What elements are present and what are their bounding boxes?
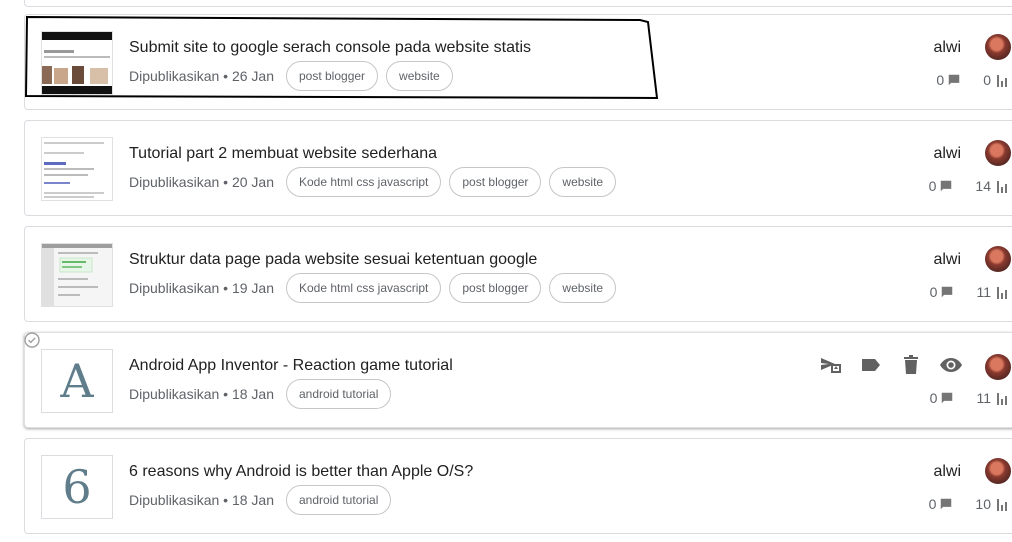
comment-count: 0 bbox=[929, 284, 938, 300]
label-chip[interactable]: post blogger bbox=[449, 167, 542, 197]
avatar bbox=[985, 140, 1011, 166]
label-chip[interactable]: android tutorial bbox=[285, 379, 392, 409]
label-chip[interactable]: post blogger bbox=[449, 273, 542, 303]
author-name: alwi bbox=[933, 463, 961, 480]
label-chip[interactable]: website bbox=[386, 61, 453, 91]
author-name: alwi bbox=[933, 39, 961, 56]
post-item[interactable]: Struktur data page pada website sesuai k… bbox=[24, 226, 1012, 322]
post-title[interactable]: 6 reasons why Android is better than App… bbox=[129, 463, 473, 481]
stats-icon bbox=[997, 391, 1009, 405]
post-thumbnail bbox=[41, 137, 113, 201]
eye-icon[interactable] bbox=[939, 353, 963, 377]
author-name: alwi bbox=[933, 145, 961, 162]
post-meta: Dipublikasikan • 26 Jan post blogger web… bbox=[129, 59, 461, 93]
post-item[interactable]: Submit site to google serach console pad… bbox=[24, 14, 1012, 110]
post-meta: Dipublikasikan • 18 Jan android tutorial bbox=[129, 377, 399, 411]
publish-date: Dipublikasikan • 18 Jan bbox=[129, 386, 274, 402]
comment-icon bbox=[939, 497, 953, 511]
post-title[interactable]: Submit site to google serach console pad… bbox=[129, 39, 531, 57]
author-name: alwi bbox=[933, 251, 961, 268]
delete-icon[interactable] bbox=[899, 353, 923, 377]
label-chip[interactable]: website bbox=[549, 167, 617, 197]
post-item[interactable]: A Android App Inventor - Reaction game t… bbox=[24, 332, 1012, 428]
comment-icon bbox=[947, 73, 961, 87]
post-stats: 0 0 bbox=[932, 69, 1009, 91]
post-title[interactable]: Android App Inventor - Reaction game tut… bbox=[129, 357, 453, 375]
post-thumbnail-letter: A bbox=[41, 349, 113, 413]
publish-date: Dipublikasikan • 20 Jan bbox=[129, 174, 274, 190]
publish-date: Dipublikasikan • 18 Jan bbox=[129, 492, 274, 508]
post-meta: Dipublikasikan • 19 Jan Kode html css ja… bbox=[129, 271, 624, 305]
post-thumbnail-letter: 6 bbox=[41, 455, 113, 519]
post-stats: 0 14 bbox=[925, 175, 1009, 197]
label-chip[interactable]: website bbox=[549, 273, 617, 303]
label-chip[interactable]: android tutorial bbox=[285, 485, 392, 515]
send-icon[interactable] bbox=[819, 353, 843, 377]
post-stats: 0 11 bbox=[926, 387, 1009, 409]
post-meta: Dipublikasikan • 18 Jan android tutorial bbox=[129, 483, 399, 517]
post-title[interactable]: Tutorial part 2 membuat website sederhan… bbox=[129, 145, 437, 163]
view-count: 0 bbox=[983, 72, 991, 88]
comment-icon bbox=[939, 179, 953, 193]
post-meta: Dipublikasikan • 20 Jan Kode html css ja… bbox=[129, 165, 624, 199]
post-stats: 0 10 bbox=[925, 493, 1009, 515]
avatar bbox=[985, 458, 1011, 484]
check-circle-icon[interactable] bbox=[24, 332, 40, 348]
comment-icon bbox=[940, 391, 954, 405]
comment-count: 0 bbox=[928, 178, 937, 194]
post-item[interactable]: 6 6 reasons why Android is better than A… bbox=[24, 438, 1012, 534]
comment-count: 0 bbox=[936, 72, 945, 88]
publish-date: Dipublikasikan • 19 Jan bbox=[129, 280, 274, 296]
publish-date: Dipublikasikan • 26 Jan bbox=[129, 68, 274, 84]
stats-icon bbox=[997, 285, 1009, 299]
label-chip[interactable]: Kode html css javascript bbox=[285, 167, 442, 197]
stats-icon bbox=[997, 179, 1009, 193]
post-thumbnail bbox=[41, 243, 113, 307]
stats-icon bbox=[997, 497, 1009, 511]
label-chip[interactable]: Kode html css javascript bbox=[285, 273, 442, 303]
post-stats: 0 11 bbox=[926, 281, 1009, 303]
view-count: 14 bbox=[975, 178, 991, 194]
view-count: 11 bbox=[976, 390, 991, 406]
avatar bbox=[985, 354, 1011, 380]
label-chip[interactable]: post blogger bbox=[285, 61, 379, 91]
post-thumbnail bbox=[41, 31, 113, 95]
stats-icon bbox=[997, 73, 1009, 87]
post-item[interactable]: Tutorial part 2 membuat website sederhan… bbox=[24, 120, 1012, 216]
avatar bbox=[985, 34, 1011, 60]
comment-icon bbox=[940, 285, 954, 299]
post-actions bbox=[803, 353, 963, 377]
view-count: 10 bbox=[975, 496, 991, 512]
previous-post-card-edge bbox=[24, 0, 1012, 7]
view-count: 11 bbox=[976, 284, 991, 300]
comment-count: 0 bbox=[929, 390, 938, 406]
avatar bbox=[985, 246, 1011, 272]
post-title[interactable]: Struktur data page pada website sesuai k… bbox=[129, 251, 537, 269]
comment-count: 0 bbox=[928, 496, 937, 512]
label-icon[interactable] bbox=[859, 353, 883, 377]
